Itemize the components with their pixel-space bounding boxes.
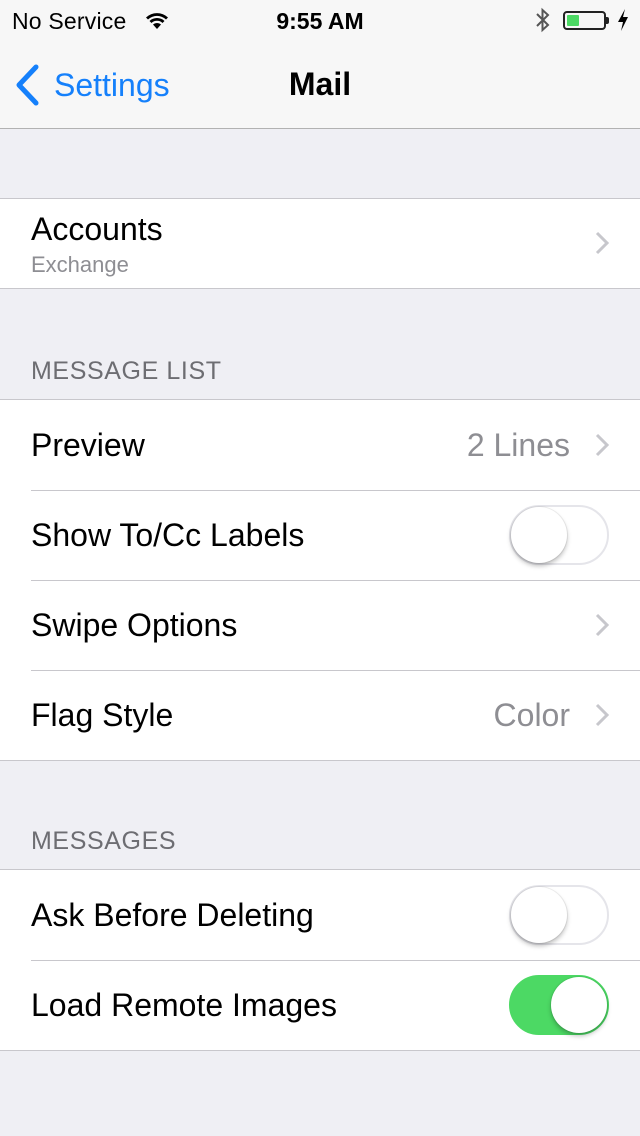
toggle-knob bbox=[511, 887, 567, 943]
ask-before-deleting-toggle[interactable] bbox=[509, 885, 609, 945]
load-remote-images-row: Load Remote Images bbox=[0, 960, 640, 1050]
status-bar: No Service 9:55 AM bbox=[0, 0, 640, 40]
message-list-group: Preview 2 Lines Show To/Cc Labels Swipe … bbox=[0, 399, 640, 761]
navigation-bar: Settings Mail bbox=[0, 40, 640, 129]
accounts-subtitle: Exchange bbox=[31, 252, 129, 277]
message-list-header: MESSAGE LIST bbox=[31, 357, 222, 385]
accounts-group: Accounts Exchange bbox=[0, 198, 640, 289]
messages-group: Ask Before Deleting Load Remote Images bbox=[0, 869, 640, 1051]
preview-value: 2 Lines bbox=[466, 427, 570, 463]
chevron-right-icon bbox=[595, 231, 610, 255]
ask-before-deleting-row: Ask Before Deleting bbox=[0, 870, 640, 960]
accounts-label: Accounts bbox=[31, 211, 163, 247]
flag-style-label: Flag Style bbox=[31, 697, 174, 733]
load-remote-images-toggle[interactable] bbox=[509, 975, 609, 1035]
chevron-right-icon bbox=[595, 703, 610, 727]
swipe-options-label: Swipe Options bbox=[31, 607, 238, 643]
preview-label: Preview bbox=[31, 427, 145, 463]
show-to-cc-labels-row: Show To/Cc Labels bbox=[0, 490, 640, 580]
chevron-right-icon bbox=[595, 433, 610, 457]
ask-before-deleting-label: Ask Before Deleting bbox=[31, 897, 314, 933]
bluetooth-icon bbox=[536, 7, 550, 33]
toggle-knob bbox=[511, 507, 567, 563]
flag-style-row[interactable]: Flag Style Color bbox=[0, 670, 640, 760]
page-title: Mail bbox=[288, 66, 352, 102]
swipe-options-row[interactable]: Swipe Options bbox=[0, 580, 640, 670]
charging-bolt-icon bbox=[618, 9, 628, 31]
flag-style-value: Color bbox=[493, 697, 570, 733]
accounts-row[interactable]: Accounts Exchange bbox=[0, 199, 640, 288]
mail-settings-screen: No Service 9:55 AM Settings Mail Account… bbox=[0, 0, 640, 1136]
messages-header: MESSAGES bbox=[31, 827, 177, 855]
show-to-cc-labels-label: Show To/Cc Labels bbox=[31, 517, 305, 553]
toggle-knob bbox=[551, 977, 607, 1033]
chevron-right-icon bbox=[595, 613, 610, 637]
load-remote-images-label: Load Remote Images bbox=[31, 987, 337, 1023]
show-to-cc-labels-toggle[interactable] bbox=[509, 505, 609, 565]
battery-icon bbox=[563, 11, 609, 30]
preview-row[interactable]: Preview 2 Lines bbox=[0, 400, 640, 490]
